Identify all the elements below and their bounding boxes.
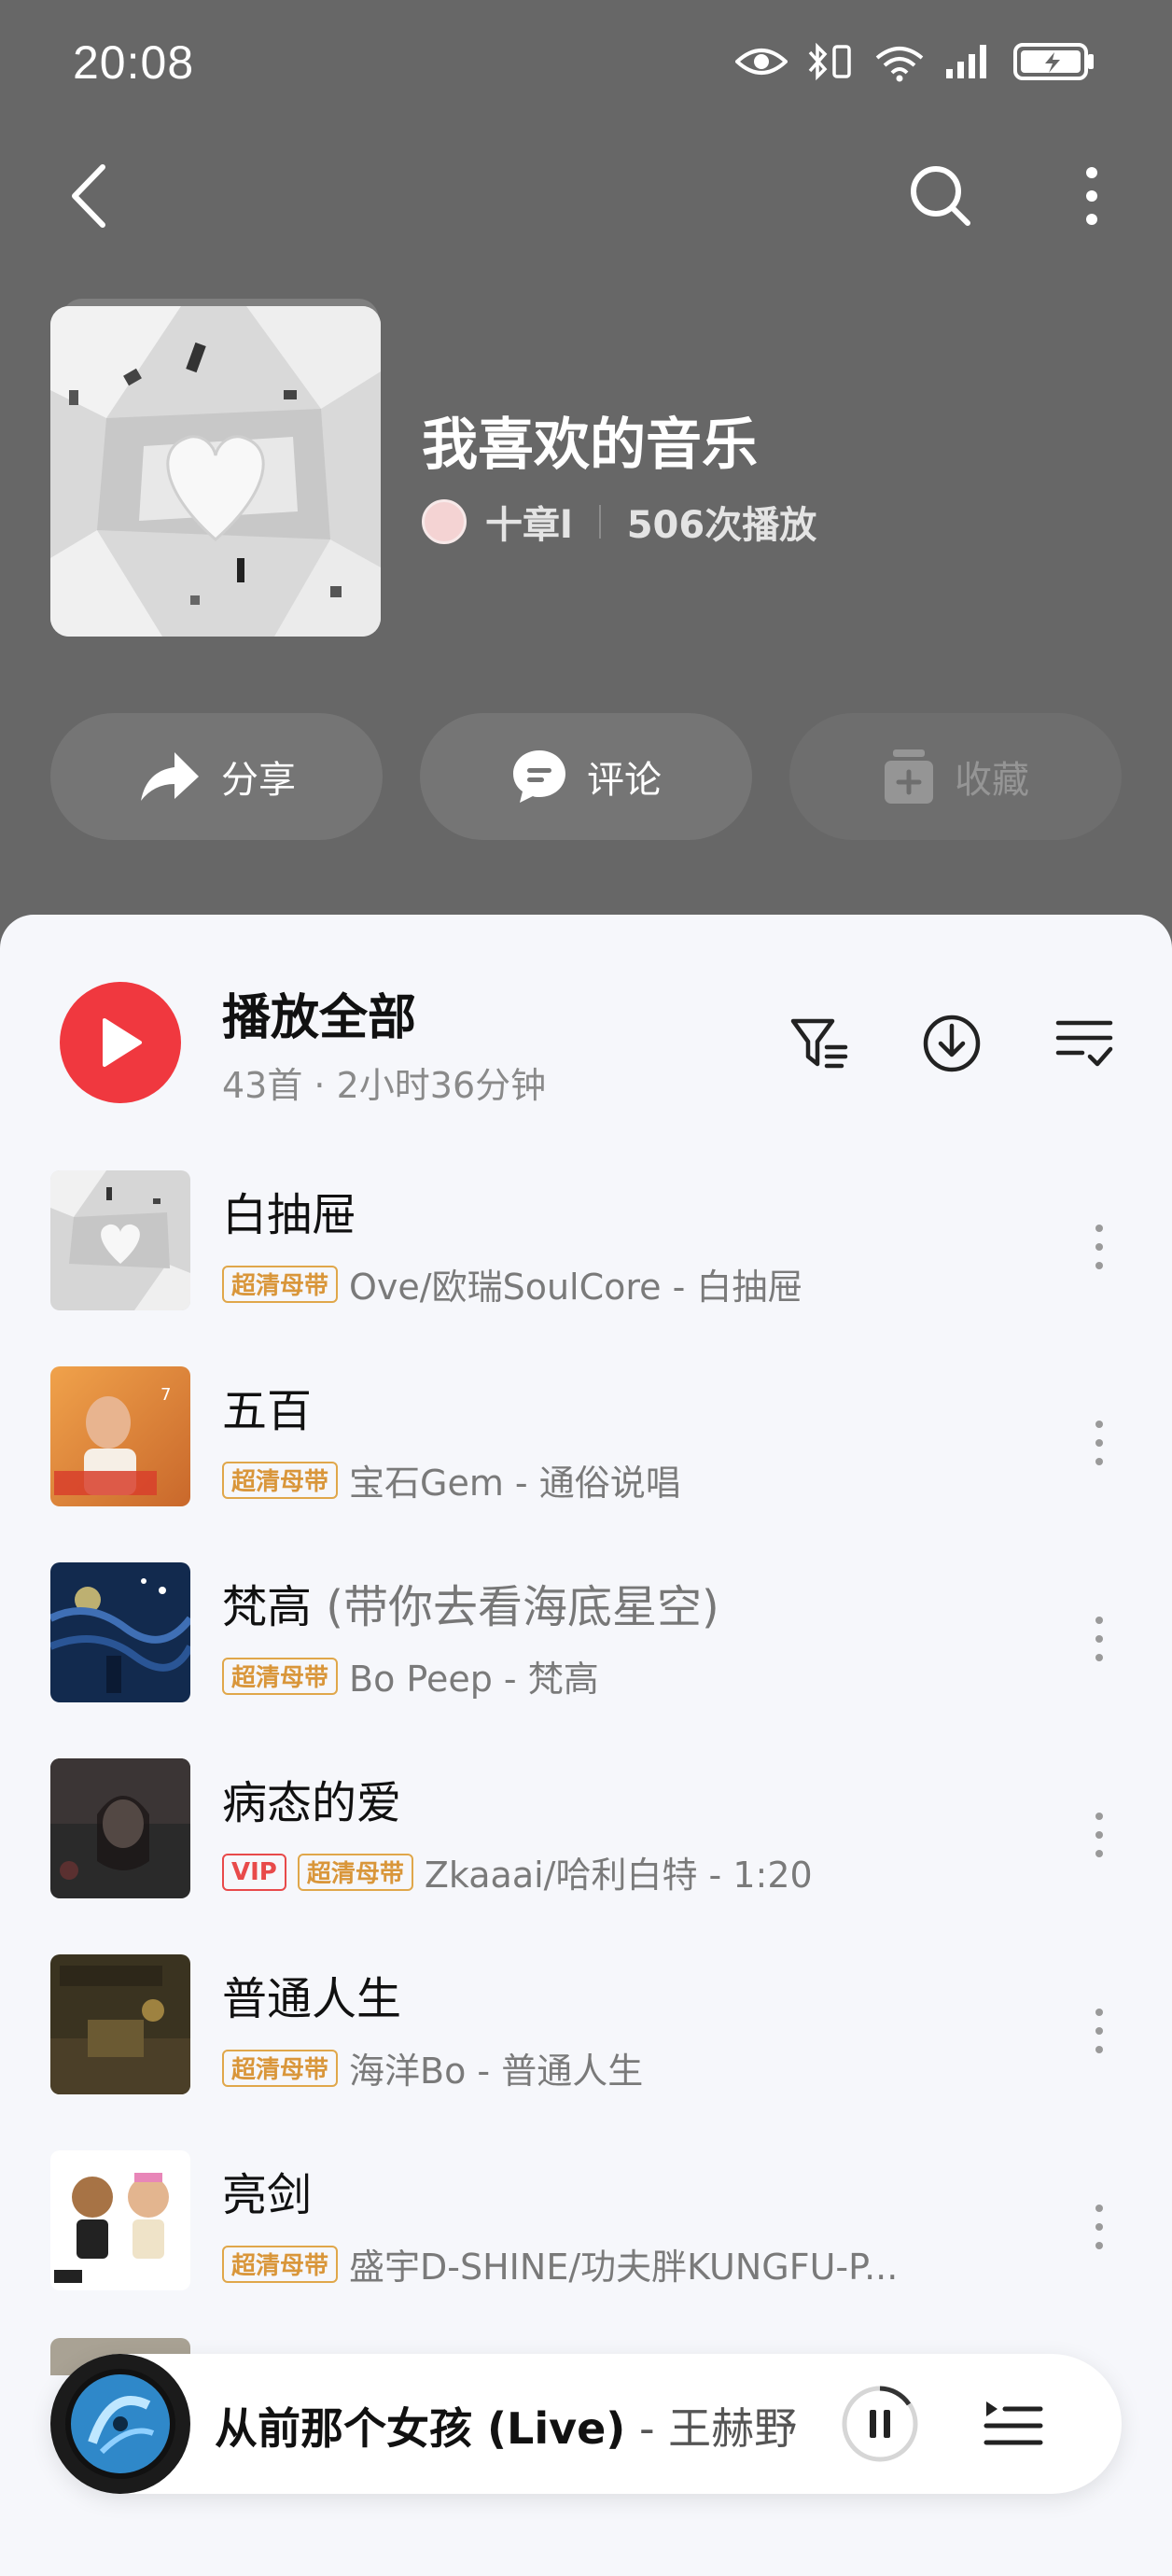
song-subtitle: 盛宇D-SHINE/功夫胖KUNGFU-P...: [349, 2247, 899, 2288]
vip-badge: VIP: [222, 1853, 286, 1891]
song-more-button[interactable]: [1082, 1788, 1116, 1882]
filter-button[interactable]: [784, 1008, 855, 1079]
pause-button[interactable]: [840, 2384, 920, 2464]
quality-badge: 超清母带: [222, 1265, 339, 1303]
more-vertical-icon: [1095, 1421, 1103, 1465]
song-cover: 7: [50, 1366, 190, 1506]
eye-icon: [735, 45, 788, 78]
wifi-icon: [873, 41, 926, 82]
song-row[interactable]: 白抽屉 超清母带 Ove/欧瑞SoulCore - 白抽屉: [0, 1157, 1172, 1335]
mini-player[interactable]: 从前那个女孩 (Live) - 王赫野: [50, 2354, 1122, 2494]
song-subtitle: 海洋Bo - 普通人生: [349, 2051, 644, 2092]
song-cover: [50, 1170, 190, 1310]
filter-icon: [790, 1018, 848, 1069]
more-vertical-icon: [1095, 1813, 1103, 1857]
song-subtitle: 宝石Gem - 通俗说唱: [349, 1463, 681, 1504]
share-icon: [141, 752, 199, 801]
quality-badge: 超清母带: [222, 2245, 339, 2283]
collect-label: 收藏: [955, 759, 1029, 802]
chevron-left-icon: [72, 164, 105, 228]
song-title: 病态的爱: [222, 1777, 402, 1829]
comment-label: 评论: [587, 759, 662, 802]
quality-badge: 超清母带: [222, 1657, 339, 1695]
more-vertical-icon: [1095, 2205, 1103, 2249]
more-vertical-icon: [1095, 1225, 1103, 1269]
song-more-button[interactable]: [1082, 1984, 1116, 2078]
song-info: 超清母带 盛宇D-SHINE/功夫胖KUNGFU-P...: [222, 2238, 898, 2289]
song-title: 五百: [222, 1385, 313, 1437]
download-icon: [923, 1015, 981, 1072]
pause-icon: [842, 2386, 918, 2462]
back-button[interactable]: [60, 159, 116, 233]
song-subtitle: Zkaaai/哈利白特 - 1:20: [424, 1855, 813, 1896]
collect-icon: [885, 749, 933, 804]
playlist-queue-icon: [984, 2401, 1043, 2445]
more-vertical-icon: [1095, 1617, 1103, 1661]
avatar[interactable]: [422, 499, 467, 544]
song-row[interactable]: 梵高 (带你去看海底星空) 超清母带 Bo Peep - 梵高: [0, 1549, 1172, 1727]
play-all-summary: 43首 · 2小时36分钟: [222, 1065, 547, 1106]
search-icon: [911, 166, 970, 226]
song-cover: [50, 2150, 190, 2290]
quality-badge: 超清母带: [297, 1853, 413, 1891]
playlist-cover[interactable]: [50, 306, 381, 637]
multi-select-icon: [1055, 1020, 1113, 1067]
comment-icon: [513, 750, 565, 803]
comment-button[interactable]: 评论: [420, 713, 752, 840]
song-row[interactable]: 普通人生 超清母带 海洋Bo - 普通人生: [0, 1941, 1172, 2119]
song-cover: [50, 1562, 190, 1702]
owner-name[interactable]: 十章l: [485, 495, 573, 549]
svg-text:7: 7: [160, 1385, 171, 1405]
song-info: VIP 超清母带 Zkaaai/哈利白特 - 1:20: [222, 1846, 813, 1897]
playlist-title: 我喜欢的音乐: [422, 413, 758, 478]
song-subtitle: Bo Peep - 梵高: [349, 1659, 599, 1700]
more-vertical-icon: [1095, 2009, 1103, 2053]
share-button[interactable]: 分享: [50, 713, 383, 840]
song-row[interactable]: 病态的爱 VIP 超清母带 Zkaaai/哈利白特 - 1:20: [0, 1745, 1172, 1923]
status-icons: [735, 41, 1095, 82]
play-all-button[interactable]: [60, 982, 181, 1103]
play-icon: [103, 1018, 142, 1067]
play-all-label[interactable]: 播放全部: [222, 978, 416, 1048]
song-info: 超清母带 Ove/欧瑞SoulCore - 白抽屉: [222, 1258, 802, 1309]
song-more-button[interactable]: [1082, 1396, 1116, 1490]
share-label: 分享: [221, 759, 296, 802]
song-title: 梵高 (带你去看海底星空): [222, 1581, 719, 1633]
song-cover: [50, 1954, 190, 2094]
collect-button[interactable]: 收藏: [789, 713, 1122, 840]
now-playing-text: 从前那个女孩 (Live) - 王赫野: [215, 2395, 797, 2457]
quality-badge: 超清母带: [222, 1461, 339, 1499]
now-playing-title: 从前那个女孩 (Live): [215, 2403, 626, 2454]
playlist-queue-button[interactable]: [976, 2391, 1051, 2457]
song-info: 超清母带 海洋Bo - 普通人生: [222, 2042, 643, 2093]
playlist-meta: 十章l 506次播放: [422, 495, 816, 549]
song-subtitle: Ove/欧瑞SoulCore - 白抽屉: [349, 1267, 803, 1308]
song-title: 亮剑: [222, 2169, 313, 2221]
song-cover: [50, 1758, 190, 1898]
song-info: 超清母带 Bo Peep - 梵高: [222, 1650, 599, 1701]
search-button[interactable]: [905, 159, 976, 233]
status-time: 20:08: [73, 36, 195, 89]
quality-badge: 超清母带: [222, 2049, 339, 2087]
song-title: 普通人生: [222, 1973, 402, 2025]
bluetooth-vibrate-icon: [806, 41, 855, 82]
song-row[interactable]: 7 五百 超清母带 宝石Gem - 通俗说唱: [0, 1353, 1172, 1531]
battery-icon: [1013, 41, 1095, 82]
song-row[interactable]: 亮剑 超清母带 盛宇D-SHINE/功夫胖KUNGFU-P...: [0, 2137, 1172, 2315]
song-info: 超清母带 宝石Gem - 通俗说唱: [222, 1454, 681, 1505]
song-more-button[interactable]: [1082, 2180, 1116, 2274]
play-count: 506次播放: [626, 504, 817, 547]
song-title: 白抽屉: [222, 1189, 357, 1241]
meta-divider: [598, 505, 601, 539]
signal-icon: [944, 43, 995, 80]
song-more-button[interactable]: [1082, 1200, 1116, 1294]
now-playing-cover[interactable]: [50, 2354, 190, 2494]
multi-select-button[interactable]: [1049, 1008, 1120, 1079]
more-vertical-icon: [1086, 167, 1097, 225]
song-title-suffix: (带你去看海底星空): [312, 1581, 719, 1633]
download-button[interactable]: [916, 1008, 987, 1079]
more-button[interactable]: [1073, 159, 1110, 233]
now-playing-artist: - 王赫野: [625, 2403, 798, 2454]
song-more-button[interactable]: [1082, 1592, 1116, 1686]
